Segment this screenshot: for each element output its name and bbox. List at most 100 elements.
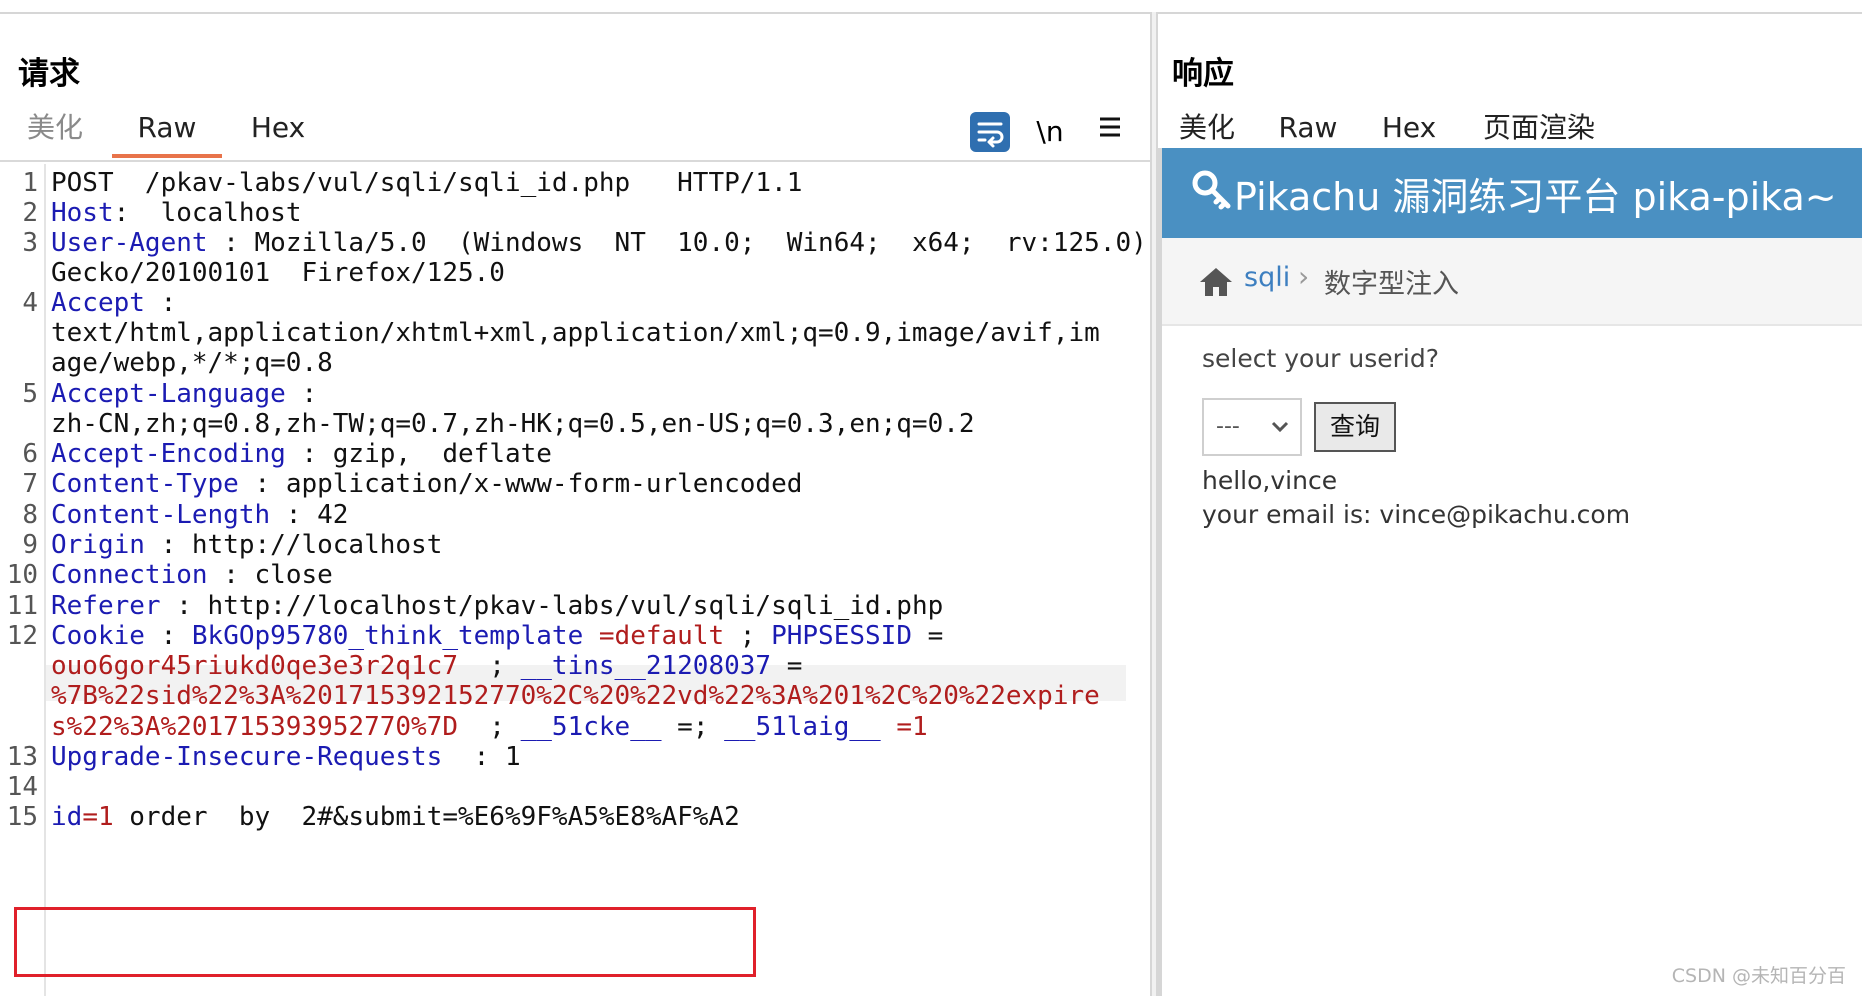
header-value: application/x-www-form-urlencoded — [285, 469, 803, 499]
tab-raw[interactable]: Raw — [112, 102, 222, 158]
newline-toggle-button[interactable]: \n — [1030, 112, 1070, 152]
tab-pretty[interactable]: 美化 — [1172, 102, 1242, 154]
tab-hex[interactable]: Hex — [238, 102, 318, 154]
header-key: Connection — [51, 560, 208, 590]
line-number: 12 — [6, 621, 38, 651]
result-greeting: hello,vince — [1202, 466, 1338, 495]
request-line: POST /pkav-labs/vul/sqli/sqli_id.php HTT… — [51, 168, 803, 198]
header-value-wrapped: age/webp,*/*;q=0.8 — [51, 348, 333, 378]
request-title: 请求 — [18, 56, 80, 92]
header-value: localhost — [160, 198, 302, 228]
cookie-row-wrapped: s%22%3A%201715393952770%7D ; __51cke__ =… — [51, 712, 928, 742]
tab-hex[interactable]: Hex — [1374, 102, 1444, 154]
line-number: 8 — [22, 500, 38, 530]
cookie-equals: = — [880, 712, 912, 742]
header-key: Accept — [51, 288, 145, 318]
response-pane: 响应 美化 Raw Hex 页面渲染 Pikachu 漏洞练习平台 pika-p… — [1158, 14, 1862, 996]
header-row: Content-Type : application/x-www-form-ur… — [51, 469, 802, 499]
cookie-name: BkGOp95780_think_template — [191, 621, 584, 651]
header-row: Host: localhost — [51, 198, 301, 228]
header-key: Upgrade-Insecure-Requests — [51, 742, 443, 772]
response-title: 响应 — [1172, 56, 1234, 92]
result-email: your email is: vince@pikachu.com — [1202, 500, 1631, 529]
header-value: http://localhost — [191, 530, 443, 560]
cookie-separator: ; — [692, 712, 725, 742]
pane-splitter[interactable] — [1150, 12, 1158, 996]
line-number: 3 — [22, 228, 38, 258]
cookie-value: default — [614, 621, 725, 651]
select-prompt: select your userid? — [1202, 344, 1439, 373]
header-separator: : — [160, 591, 208, 621]
cookie-row-wrapped: ouo6gor45riukd0qe3e3r2q1c7 ; __tins__212… — [51, 651, 802, 681]
line-number: 9 — [22, 530, 38, 560]
tab-pretty[interactable]: 美化 — [20, 102, 90, 154]
header-value: close — [254, 560, 333, 590]
site-brand[interactable]: Pikachu 漏洞练习平台 pika-pika~ — [1234, 166, 1837, 221]
header-value: 1 — [504, 742, 521, 772]
header-key: Content-Length — [51, 500, 271, 530]
userid-select[interactable]: --- — [1202, 398, 1302, 456]
header-row: Accept : — [51, 288, 176, 318]
tab-raw[interactable]: Raw — [1268, 102, 1348, 154]
header-row: Accept-Language : — [51, 379, 317, 409]
line-number: 15 — [6, 802, 38, 832]
header-separator: : — [207, 560, 255, 590]
header-value: 42 — [317, 500, 349, 530]
cookie-name: __51laig__ — [724, 712, 881, 742]
header-value: Mozilla/5.0 (Windows NT 10.0; Win64; x64… — [254, 228, 1147, 258]
cookie-row: Cookie : BkGOp95780_think_template =defa… — [51, 621, 943, 651]
header-key: User-Agent — [51, 228, 208, 258]
cookie-name: __tins__21208037 — [520, 651, 772, 681]
breadcrumb: sqli › 数字型注入 — [1162, 238, 1862, 326]
line-number: 1 — [22, 168, 38, 198]
home-icon[interactable] — [1198, 266, 1234, 298]
header-key: Origin — [51, 530, 145, 560]
breadcrumb-current: 数字型注入 — [1324, 269, 1459, 300]
request-tabs-divider — [0, 160, 1150, 162]
header-value-wrapped: zh-CN,zh;q=0.8,zh-TW;q=0.7,zh-HK;q=0.5,e… — [51, 409, 975, 439]
hamburger-menu-icon — [1100, 117, 1120, 137]
header-row: Referer : http://localhost/pkav-labs/vul… — [51, 591, 943, 621]
cookie-value-wrapped: %7B%22sid%22%3A%201715392152770%2C%20%22… — [51, 681, 1100, 711]
raw-request-editor[interactable]: 1 POST /pkav-labs/vul/sqli/sqli_id.php H… — [0, 164, 1150, 996]
header-row: Upgrade-Insecure-Requests : 1 — [51, 742, 521, 772]
header-separator: : — [285, 439, 333, 469]
wrap-lines-icon — [977, 122, 1004, 148]
chevron-down-icon — [1271, 421, 1289, 433]
request-pane: 请求 美化 Raw Hex \n 1 POST /pkav-labs/vul/s… — [0, 14, 1150, 996]
window-top-border — [0, 0, 1862, 14]
site-navbar: Pikachu 漏洞练习平台 pika-pika~ — [1162, 148, 1862, 238]
line-number: 7 — [22, 469, 38, 499]
cookie-separator: ; — [724, 621, 772, 651]
header-separator: : — [442, 742, 505, 772]
header-separator: : — [144, 288, 177, 318]
header-row: Connection : close — [51, 560, 333, 590]
query-button[interactable]: 查询 — [1314, 402, 1396, 452]
param-value: 1 — [97, 802, 114, 832]
header-value: gzip, deflate — [332, 439, 552, 469]
watermark: CSDN @未知百分百 — [1671, 965, 1846, 987]
param-equals: = — [82, 802, 98, 832]
header-key: Accept-Language — [51, 379, 286, 409]
header-key: Content-Type — [51, 469, 239, 499]
header-key: Host — [51, 198, 114, 228]
line-number: 11 — [6, 591, 38, 621]
header-row: User-Agent : Mozilla/5.0 (Windows NT 10.… — [51, 228, 1147, 258]
header-key: Accept-Encoding — [51, 439, 286, 469]
cookie-separator: ; — [458, 712, 521, 742]
wrap-lines-button[interactable] — [970, 112, 1010, 152]
line-number: 14 — [6, 772, 38, 802]
cookie-equals: = — [771, 651, 803, 681]
line-number: 5 — [22, 379, 38, 409]
header-separator: : — [144, 621, 192, 651]
menu-button[interactable] — [1090, 112, 1130, 152]
param-name: id — [51, 802, 83, 832]
breadcrumb-link-sqli[interactable]: sqli — [1244, 262, 1290, 293]
header-row: Accept-Encoding : gzip, deflate — [51, 439, 552, 469]
header-separator: : — [144, 530, 192, 560]
cookie-name: PHPSESSID — [771, 621, 912, 651]
header-row: Content-Length : 42 — [51, 500, 348, 530]
header-separator: : — [113, 198, 161, 228]
header-value-wrapped: Gecko/20100101 Firefox/125.0 — [51, 258, 505, 288]
header-separator: : — [285, 379, 318, 409]
